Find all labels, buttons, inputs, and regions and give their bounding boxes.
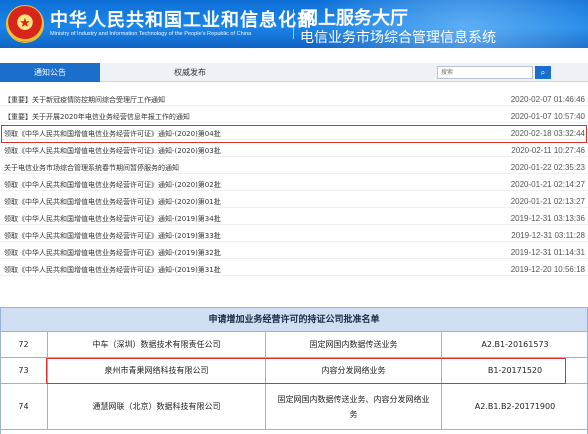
ministry-name-cn: 中华人民共和国工业和信息化部 [50,10,316,31]
notice-title[interactable]: 关于电信业务市场综合管理系统春节期间暂停服务的通知 [4,162,179,174]
list-item[interactable]: 【重要】关于新冠疫情防控期间综合受理厅工作通知 2020-02-07 01:46… [0,94,588,106]
list-item[interactable]: 【重要】关于开展2020年电信业务经营信息年报工作的通知 2020-01-07 … [0,111,588,123]
notice-date: 2020-01-07 10:57:40 [510,112,585,121]
tab-notices[interactable]: 通知公告 [0,63,100,82]
notice-title[interactable]: 领取《中华人民共和国增值电信业务经营许可证》通知-(2019)第33批 [4,230,221,242]
list-item[interactable]: 领取《中华人民共和国增值电信业务经营许可证》通知-(2019)第33批 2019… [0,230,588,242]
notice-title[interactable]: 领取《中华人民共和国增值电信业务经营许可证》通知-(2020)第01批 [4,196,221,208]
notice-date: 2020-01-22 02:35:23 [510,163,585,172]
notice-title[interactable]: 领取《中华人民共和国增值电信业务经营许可证》通知-(2020)第03批 [4,145,221,157]
notice-date: 2019-12-20 10:56:18 [510,265,585,274]
notice-title[interactable]: 【重要】关于开展2020年电信业务经营信息年报工作的通知 [4,111,190,123]
list-item[interactable]: 领取《中华人民共和国增值电信业务经营许可证》通知-(2019)第34批 2019… [0,213,588,225]
company-name: 通慧网联（北京）数据科技有限公司 [48,384,266,429]
list-item[interactable]: 关于电信业务市场综合管理系统春节期间暂停服务的通知 2020-01-22 02:… [0,162,588,174]
national-emblem-icon [6,5,44,43]
table-row: 72 中车（深圳）数据技术有限责任公司 固定网国内数据传送业务 A2.B1-20… [0,332,588,358]
list-item[interactable]: 领取《中华人民共和国增值电信业务经营许可证》通知-(2019)第31批 2019… [0,264,588,276]
search-button[interactable]: ⌕ [535,66,551,79]
header-divider [293,9,294,39]
notice-title[interactable]: 领取《中华人民共和国增值电信业务经营许可证》通知-(2019)第34批 [4,213,221,225]
row-number: 74 [0,384,48,429]
highlight-box-notice [1,125,587,143]
notice-date: 2020-01-21 02:13:27 [510,197,585,206]
notice-title[interactable]: 领取《中华人民共和国增值电信业务经营许可证》通知-(2019)第32批 [4,247,221,259]
list-item[interactable]: 领取《中华人民共和国增值电信业务经营许可证》通知-(2020)第03批 2020… [0,145,588,157]
notice-date: 2020-02-11 10:27:46 [511,146,585,155]
notice-date: 2020-01-21 02:14:27 [510,180,585,189]
notice-title[interactable]: 领取《中华人民共和国增值电信业务经营许可证》通知-(2020)第02批 [4,179,221,191]
highlight-box-row [46,358,566,384]
business-type: 固定网国内数据传送业务、内容分发网络业务 [266,384,442,429]
list-item[interactable]: 领取《中华人民共和国增值电信业务经营许可证》通知-(2020)第02批 2020… [0,179,588,191]
notice-date: 2019-12-31 03:13:36 [510,214,585,223]
table-title: 申请增加业务经营许可的持证公司批准名单 [0,307,588,332]
ministry-name-en: Ministry of Industry and Information Tec… [50,31,252,37]
business-type: 固定网国内数据传送业务 [266,332,442,357]
notice-title[interactable]: 领取《中华人民共和国增值电信业务经营许可证》通知-(2019)第31批 [4,264,221,276]
company-name: 中车（深圳）数据技术有限责任公司 [48,332,266,357]
list-item[interactable]: 领取《中华人民共和国增值电信业务经营许可证》通知-(2020)第01批 2020… [0,196,588,208]
list-item[interactable]: 领取《中华人民共和国增值电信业务经营许可证》通知-(2019)第32批 2019… [0,247,588,259]
notice-date: 2019-12-31 01:14:31 [510,248,585,257]
notice-date: 2019-12-31 03:11:28 [511,231,585,240]
notice-title[interactable]: 【重要】关于新冠疫情防控期间综合受理厅工作通知 [4,94,165,106]
notice-date: 2020-02-07 01:46:46 [510,95,585,104]
row-number: 73 [0,358,48,383]
system-name: 电信业务市场综合管理信息系统 [300,30,496,46]
license-number: A2.B1.B2-20171900 [474,402,556,411]
site-header: 中华人民共和国工业和信息化部 Ministry of Industry and … [0,0,588,48]
search-icon: ⌕ [540,68,546,77]
table-row: 74 通慧网联（北京）数据科技有限公司 固定网国内数据传送业务、内容分发网络业务… [0,384,588,430]
license-number: A2.B1-20161573 [481,340,549,349]
row-number: 72 [0,332,48,357]
search-input[interactable] [437,66,533,79]
tab-releases[interactable]: 权威发布 [140,63,240,82]
